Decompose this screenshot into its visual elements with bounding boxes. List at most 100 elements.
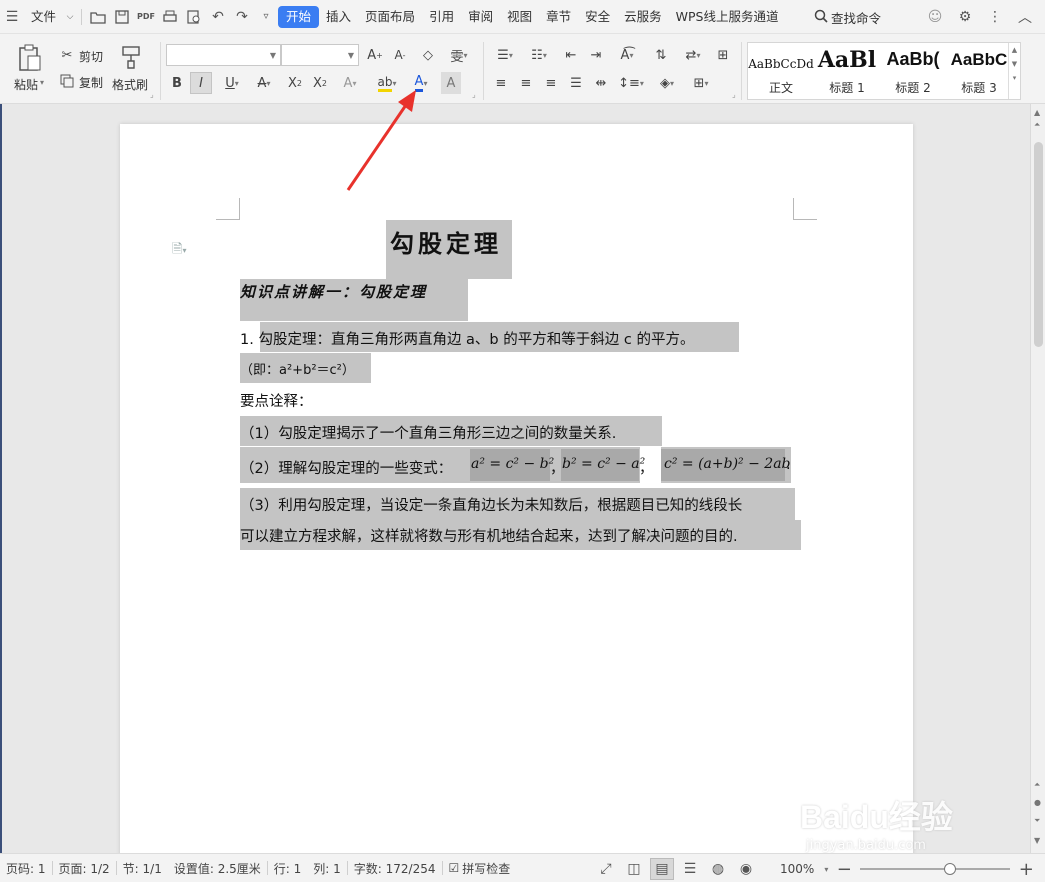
redo-icon[interactable]: ↷: [230, 6, 254, 28]
style-heading-2[interactable]: AaBb( 标题 2: [880, 43, 946, 99]
font-size-combo[interactable]: ▼: [281, 44, 359, 66]
export-pdf-icon[interactable]: PDF: [134, 6, 158, 28]
cut-button[interactable]: 剪切: [79, 48, 103, 65]
chat-icon[interactable]: ☺: [923, 6, 947, 28]
tab-home[interactable]: 开始: [278, 5, 320, 28]
status-pages[interactable]: 页面: 1/2: [53, 860, 116, 877]
status-words[interactable]: 字数: 172/254: [348, 860, 442, 877]
increase-indent-icon[interactable]: ⇥: [585, 44, 607, 66]
collapse-ribbon-icon[interactable]: ︿: [1013, 6, 1037, 28]
underline-icon[interactable]: U ▾: [218, 72, 246, 94]
sort-icon[interactable]: ⇅: [650, 44, 672, 66]
tab-chapter[interactable]: 章节: [539, 6, 578, 28]
gear-icon[interactable]: ⚙: [953, 6, 977, 28]
align-center-icon[interactable]: ≡: [515, 72, 537, 94]
fullscreen-icon[interactable]: ⤢: [594, 858, 618, 880]
scissors-icon[interactable]: ✂: [58, 46, 76, 64]
zoom-out-icon[interactable]: −: [832, 858, 856, 880]
subscript-icon[interactable]: X2: [309, 72, 331, 94]
print-preview-icon[interactable]: [182, 6, 206, 28]
prev-page-icon[interactable]: ⏶: [1034, 780, 1040, 790]
align-right-icon[interactable]: ≡: [540, 72, 562, 94]
style-heading-3[interactable]: AaBbC 标题 3: [946, 43, 1012, 99]
format-painter-button[interactable]: 格式刷: [112, 76, 148, 93]
search-command[interactable]: 查找命令: [814, 8, 881, 27]
table-grid-icon[interactable]: ⊞: [712, 44, 734, 66]
justify-icon[interactable]: ☰: [565, 72, 587, 94]
zoom-dropdown-icon[interactable]: ▾: [824, 865, 828, 874]
align-left-icon[interactable]: ≡: [490, 72, 512, 94]
customize-toolbar-icon[interactable]: ▿: [254, 6, 278, 28]
font-name-combo[interactable]: ▼: [166, 44, 281, 66]
scrollbar-thumb[interactable]: [1034, 142, 1043, 347]
format-painter-icon[interactable]: [118, 44, 144, 70]
tab-review[interactable]: 审阅: [461, 6, 500, 28]
superscript-icon[interactable]: X2: [284, 72, 306, 94]
scroll-to-top-icon[interactable]: ⏶: [1034, 120, 1040, 130]
save-icon[interactable]: [110, 6, 134, 28]
tab-cloud[interactable]: 云服务: [617, 6, 669, 28]
web-view-icon[interactable]: ◍: [706, 858, 730, 880]
page-view-icon[interactable]: ▤: [650, 858, 674, 880]
tab-view[interactable]: 视图: [500, 6, 539, 28]
spellcheck-button[interactable]: ☑ 拼写检查: [443, 860, 517, 877]
status-row[interactable]: 行: 1: [268, 860, 308, 877]
zoom-level[interactable]: 100%: [774, 862, 820, 876]
file-menu[interactable]: 文件: [24, 6, 63, 28]
numbered-list-icon[interactable]: ☷ ▾: [524, 44, 554, 66]
bullet-list-icon[interactable]: ☰ ▾: [490, 44, 520, 66]
select-browse-icon[interactable]: ●: [1034, 798, 1041, 807]
italic-icon[interactable]: I: [190, 72, 212, 94]
vertical-scrollbar[interactable]: ▲ ⏶ ⏶ ● ⏷ ▼: [1030, 104, 1045, 853]
zoom-slider[interactable]: [860, 862, 1011, 876]
scroll-down-icon[interactable]: ▼: [1034, 836, 1040, 845]
distributed-icon[interactable]: ⇹: [590, 72, 612, 94]
gallery-scroll[interactable]: ▲ ▼ ▾: [1008, 43, 1020, 99]
paste-dropdown-icon[interactable]: ▾: [40, 78, 44, 87]
show-marks-icon[interactable]: ⇄ ▾: [678, 44, 708, 66]
chevron-down-icon[interactable]: ⌵: [63, 6, 77, 28]
tab-insert[interactable]: 插入: [319, 6, 358, 28]
shading-icon[interactable]: ◈ ▾: [652, 72, 682, 94]
copy-icon[interactable]: [58, 72, 76, 90]
style-heading-1[interactable]: AaBl 标题 1: [814, 43, 880, 99]
print-icon[interactable]: [158, 6, 182, 28]
hamburger-icon[interactable]: ☰: [0, 6, 24, 28]
style-normal[interactable]: AaBbCcDd 正文: [748, 43, 814, 99]
paste-icon[interactable]: [16, 44, 44, 72]
clipboard-group-launcher[interactable]: ⌟: [150, 90, 154, 99]
paste-button[interactable]: 粘贴: [14, 76, 38, 93]
next-page-icon[interactable]: ⏷: [1034, 816, 1040, 826]
decrease-indent-icon[interactable]: ⇤: [560, 44, 582, 66]
phonetic-guide-icon[interactable]: 雯 ▾: [445, 44, 473, 66]
chinese-layout-icon[interactable]: A͡ ▾: [612, 44, 642, 66]
line-spacing-icon[interactable]: ↕≡ ▾: [616, 72, 646, 94]
paragraph-group-launcher[interactable]: ⌟: [732, 90, 736, 99]
status-col[interactable]: 列: 1: [307, 860, 347, 877]
outline-view-icon[interactable]: ☰: [678, 858, 702, 880]
zoom-in-icon[interactable]: +: [1014, 858, 1038, 880]
more-options-icon[interactable]: ⋮: [983, 6, 1007, 28]
undo-icon[interactable]: ↶: [206, 6, 230, 28]
tab-page-layout[interactable]: 页面布局: [358, 6, 422, 28]
status-section[interactable]: 节: 1/1: [117, 860, 168, 877]
font-group-launcher[interactable]: ⌟: [472, 90, 476, 99]
tab-online-service[interactable]: WPS线上服务通道: [669, 6, 786, 28]
open-folder-icon[interactable]: [86, 6, 110, 28]
tab-references[interactable]: 引用: [422, 6, 461, 28]
char-shading-icon[interactable]: A: [441, 72, 461, 94]
document-page[interactable]: 🗎▾ 勾股定理 知识点讲解一：勾股定理 1. 勾股定理：直角三角形两直角边 a、…: [120, 124, 913, 853]
bold-icon[interactable]: B: [167, 72, 187, 94]
status-setting[interactable]: 设置值: 2.5厘米: [168, 860, 267, 877]
status-page[interactable]: 页码: 1: [0, 860, 52, 877]
shrink-font-icon[interactable]: A-: [389, 44, 411, 66]
scroll-up-icon[interactable]: ▲: [1034, 108, 1040, 117]
grow-font-icon[interactable]: A +: [364, 44, 386, 66]
eraser-icon[interactable]: ◇: [417, 44, 439, 66]
borders-icon[interactable]: ⊞ ▾: [686, 72, 716, 94]
eye-protection-icon[interactable]: ◉: [734, 858, 758, 880]
strikethrough-icon[interactable]: A ▾: [250, 72, 278, 94]
read-mode-icon[interactable]: ◫: [622, 858, 646, 880]
copy-button[interactable]: 复制: [79, 74, 103, 91]
document-nav-icon[interactable]: 🗎▾: [172, 240, 186, 262]
